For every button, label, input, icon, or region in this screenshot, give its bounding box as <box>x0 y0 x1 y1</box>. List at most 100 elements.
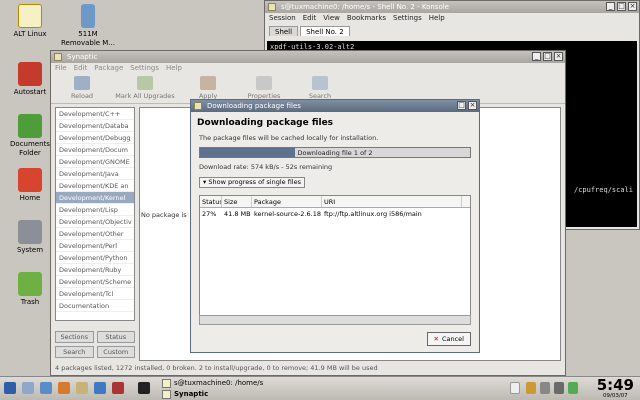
menu-session[interactable]: Session <box>269 13 296 24</box>
section-item[interactable]: Development/GNOME <box>56 156 134 168</box>
properties-button[interactable]: Properties <box>239 76 289 101</box>
download-dialog[interactable]: Downloading package files □ × Downloadin… <box>190 99 480 353</box>
desktop-icon-removable[interactable]: 511M Removable M... <box>58 4 118 48</box>
power-icon[interactable] <box>568 382 578 394</box>
tab-shell[interactable]: Shell <box>269 26 299 36</box>
close-button[interactable]: × <box>628 2 637 11</box>
maximize-button[interactable]: □ <box>457 101 466 110</box>
table-row[interactable]: 27% 41.8 MB kernel-source-2.6.18 ftp://f… <box>200 208 470 220</box>
search-button[interactable]: Search <box>295 76 345 101</box>
cancel-button[interactable]: ✕ Cancel <box>426 332 471 346</box>
menu-file[interactable]: File <box>55 63 67 74</box>
cancel-label: Cancel <box>441 335 464 343</box>
file-progress-table[interactable]: Status Size Package URI 27% 41.8 MB kern… <box>199 195 471 325</box>
konqueror-icon[interactable] <box>40 382 52 394</box>
menu-help[interactable]: Help <box>429 13 445 24</box>
desktop-icon-altlinux[interactable]: ALT Linux <box>0 4 60 39</box>
section-item[interactable]: Development/Perl <box>56 240 134 252</box>
section-item[interactable]: Development/Objectiv <box>56 216 134 228</box>
status-button[interactable]: Status <box>96 331 135 343</box>
konsole-titlebar[interactable]: s@tuxmachine0: /home/s - Shell No. 2 - K… <box>265 1 639 13</box>
volume-icon[interactable] <box>554 382 564 394</box>
mail-icon[interactable] <box>76 382 88 394</box>
dialog-info: The package files will be cached locally… <box>199 134 379 142</box>
task-synaptic[interactable]: Synaptic <box>160 389 208 400</box>
dialog-app-icon <box>194 102 202 110</box>
column-status[interactable]: Status <box>200 196 222 207</box>
konsole-tabs: Shell Shell No. 2 <box>265 24 639 36</box>
section-item[interactable]: Development/Lisp <box>56 204 134 216</box>
firefox-icon[interactable] <box>58 382 70 394</box>
tab-shell-2[interactable]: Shell No. 2 <box>300 26 350 36</box>
window-title: Synaptic <box>67 53 98 61</box>
minimize-button[interactable]: _ <box>606 2 615 11</box>
reload-label: Reload <box>70 92 94 100</box>
horizontal-scrollbar[interactable] <box>199 315 471 325</box>
menu-settings[interactable]: Settings <box>393 13 422 24</box>
section-item[interactable]: Development/Java <box>56 168 134 180</box>
menu-bookmarks[interactable]: Bookmarks <box>347 13 386 24</box>
section-item[interactable]: Development/Other <box>56 228 134 240</box>
task-konsole[interactable]: s@tuxmachine0: /home/s <box>160 378 263 389</box>
trash-icon <box>18 272 42 296</box>
menu-settings[interactable]: Settings <box>130 63 159 74</box>
task-label: s@tuxmachine0: /home/s <box>174 379 264 387</box>
window-title: s@tuxmachine0: /home/s - Shell No. 2 - K… <box>281 3 449 11</box>
custom-button[interactable]: Custom <box>96 346 135 358</box>
menu-edit[interactable]: Edit <box>303 13 317 24</box>
section-item[interactable]: Development/Python <box>56 252 134 264</box>
clock[interactable]: 5:49 09/03/07 <box>596 376 634 400</box>
search-filter-button[interactable]: Search <box>55 346 94 358</box>
network-icon[interactable] <box>540 382 550 394</box>
row-uri: ftp://ftp.altlinux.org i586/main kerne <box>324 210 422 218</box>
progress-text: Downloading file 1 of 2 <box>297 149 373 157</box>
column-size[interactable]: Size <box>222 196 252 207</box>
section-item[interactable]: Development/Tcl <box>56 288 134 300</box>
sections-button[interactable]: Sections <box>55 331 94 343</box>
task-label: Synaptic <box>174 390 209 398</box>
expander-label: Show progress of single files <box>208 178 302 186</box>
konsole-app-icon <box>268 3 276 11</box>
player-icon[interactable] <box>112 382 124 394</box>
clipboard-icon[interactable] <box>526 382 536 394</box>
menu-help[interactable]: Help <box>166 63 182 74</box>
section-list[interactable]: Development/C++ Development/Databa Devel… <box>55 107 135 321</box>
computer-icon <box>18 220 42 244</box>
maximize-button[interactable]: □ <box>543 52 552 61</box>
mark-all-upgrades-label: Mark All Upgrades <box>115 92 175 100</box>
section-item[interactable]: Development/C++ <box>56 108 134 120</box>
mark-all-upgrades-button[interactable]: Mark All Upgrades <box>113 76 177 101</box>
section-item-selected[interactable]: Development/Kernel <box>56 192 134 204</box>
column-package[interactable]: Package <box>252 196 322 207</box>
minimize-button[interactable]: _ <box>532 52 541 61</box>
terminal-icon[interactable] <box>138 382 150 394</box>
section-item[interactable]: Development/Ruby <box>56 264 134 276</box>
section-item[interactable]: Development/Scheme <box>56 276 134 288</box>
menu-view[interactable]: View <box>323 13 340 24</box>
office-icon[interactable] <box>94 382 106 394</box>
section-item[interactable]: Development/KDE an <box>56 180 134 192</box>
apply-button[interactable]: Apply <box>183 76 233 101</box>
dialog-titlebar[interactable]: Downloading package files □ × <box>191 100 479 112</box>
synaptic-titlebar[interactable]: Synaptic _ □ × <box>51 51 565 63</box>
section-item[interactable]: Documentation <box>56 300 134 312</box>
dialog-heading: Downloading package files <box>197 118 334 128</box>
show-progress-expander[interactable]: ▾ Show progress of single files <box>199 177 306 188</box>
section-item[interactable]: Development/Debugg <box>56 132 134 144</box>
section-item[interactable]: Development/Databa <box>56 120 134 132</box>
reload-button[interactable]: Reload <box>57 76 107 101</box>
close-button[interactable]: × <box>554 52 563 61</box>
clock-time: 5:49 <box>596 376 634 394</box>
section-item[interactable]: Development/Docum <box>56 144 134 156</box>
download-rate: Download rate: 574 kB/s - 52s remaining <box>199 163 333 171</box>
menu-edit[interactable]: Edit <box>74 63 88 74</box>
home-icon[interactable] <box>22 382 34 394</box>
usb-drive-icon <box>81 4 95 28</box>
close-button[interactable]: × <box>468 101 477 110</box>
window-title: Downloading package files <box>207 102 301 110</box>
menu-package[interactable]: Package <box>94 63 123 74</box>
maximize-button[interactable]: □ <box>617 2 626 11</box>
column-uri[interactable]: URI <box>322 196 462 207</box>
keyboard-layout-icon[interactable] <box>510 382 520 394</box>
kde-menu-icon[interactable] <box>4 382 16 394</box>
